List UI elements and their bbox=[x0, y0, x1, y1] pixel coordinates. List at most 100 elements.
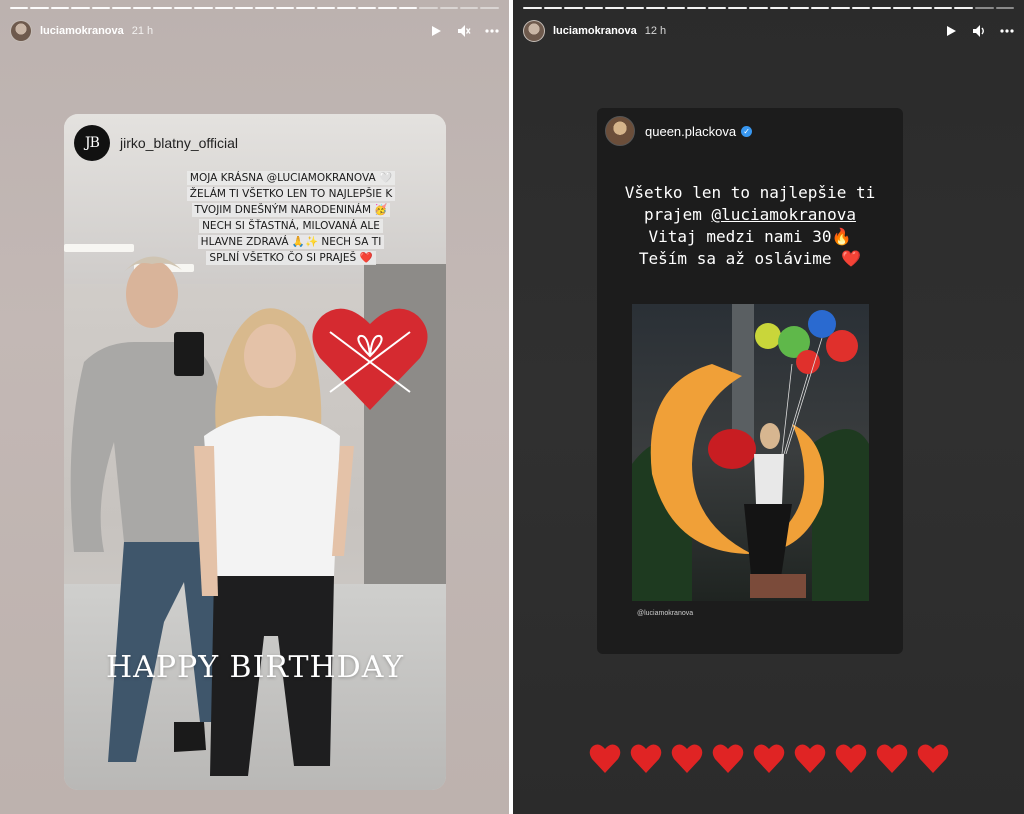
progress-segment bbox=[50, 7, 70, 9]
progress-segment bbox=[71, 7, 90, 9]
progress-segment bbox=[523, 7, 542, 9]
heart-emoji-icon bbox=[835, 744, 866, 773]
progress-segment bbox=[831, 7, 850, 9]
progress-segment bbox=[234, 7, 254, 9]
story-right: luciamokranova 12 h queen.plackova ✓ Vše… bbox=[513, 0, 1024, 814]
story-time: 12 h bbox=[644, 25, 667, 37]
message-line: prajem @luciamokranova bbox=[597, 204, 903, 226]
story-header: luciamokranova 12 h bbox=[523, 18, 1014, 44]
avatar[interactable] bbox=[605, 116, 635, 146]
wish-line: MOJA KRÁSNA @LUCIAMOKRANOVA 🤍 bbox=[186, 171, 396, 185]
progress-segment bbox=[584, 7, 604, 9]
progress-segment bbox=[337, 7, 356, 9]
progress-segment bbox=[459, 7, 479, 9]
wish-line: SPLNÍ VŠETKO ČO SI PRAJEŠ ❤️ bbox=[206, 251, 376, 265]
progress-segment bbox=[296, 7, 315, 9]
more-options-icon[interactable] bbox=[1000, 24, 1014, 38]
heart-emoji-icon bbox=[876, 744, 907, 773]
progress-segment bbox=[646, 7, 665, 9]
message-line: Teším sa až oslávime ❤️ bbox=[638, 249, 862, 268]
progress-segment bbox=[687, 7, 706, 9]
progress-segment bbox=[707, 7, 727, 9]
card-header: queen.plackova ✓ bbox=[605, 116, 753, 146]
progress-segment bbox=[975, 7, 994, 9]
progress-segment bbox=[954, 7, 974, 9]
muted-speaker-icon[interactable] bbox=[457, 24, 471, 38]
message-line: Vitaj medzi nami 30🔥 bbox=[648, 227, 852, 246]
progress-segment bbox=[30, 7, 49, 9]
progress-segment bbox=[480, 7, 499, 9]
progress-segment bbox=[10, 7, 29, 9]
birthday-message: Všetko len to najlepšie ti prajem @lucia… bbox=[597, 182, 903, 270]
heart-emoji-icon bbox=[712, 744, 743, 773]
wish-text: MOJA KRÁSNA @LUCIAMOKRANOVA 🤍 ŽELÁM TI V… bbox=[166, 170, 416, 266]
story-header: luciamokranova 21 h bbox=[10, 18, 499, 44]
heart-emoji-icon bbox=[794, 744, 825, 773]
card-username[interactable]: queen.plackova bbox=[645, 124, 736, 139]
progress-segment bbox=[728, 7, 748, 9]
progress-bar bbox=[10, 7, 499, 9]
heart-emoji-icon bbox=[671, 744, 702, 773]
progress-segment bbox=[564, 7, 583, 9]
progress-segment bbox=[316, 7, 336, 9]
progress-segment bbox=[112, 7, 131, 9]
progress-segment bbox=[933, 7, 953, 9]
heart-emoji-icon bbox=[589, 744, 620, 773]
progress-segment bbox=[625, 7, 645, 9]
progress-segment bbox=[769, 7, 789, 9]
story-time: 21 h bbox=[131, 25, 154, 37]
progress-segment bbox=[810, 7, 830, 9]
progress-segment bbox=[790, 7, 809, 9]
story-username[interactable]: luciamokranova bbox=[40, 25, 124, 37]
progress-segment bbox=[91, 7, 111, 9]
heart-emoji-icon bbox=[630, 744, 661, 773]
wish-line: TVOJIM DNEŠNÝM NARODENINÁM 🥳 bbox=[191, 203, 391, 217]
message-text: prajem bbox=[644, 205, 712, 224]
photo-illustration bbox=[632, 304, 869, 601]
progress-segment bbox=[275, 7, 295, 9]
progress-segment bbox=[439, 7, 458, 9]
mention-link[interactable]: @luciamokranova bbox=[711, 205, 856, 224]
avatar[interactable] bbox=[523, 20, 545, 42]
wish-line: NECH SI ŠŤASTNÁ, MILOVANÁ ALE bbox=[199, 219, 383, 233]
heart-emoji-icon bbox=[917, 744, 948, 773]
progress-segment bbox=[543, 7, 563, 9]
avatar[interactable] bbox=[10, 20, 32, 42]
wish-line: HLAVNE ZDRAVÁ 🙏✨ NECH SA TI bbox=[197, 235, 385, 249]
shared-post-card[interactable]: JB jirko_blatny_official MOJA KRÁSNA @LU… bbox=[64, 114, 446, 790]
message-line: Všetko len to najlepšie ti bbox=[624, 183, 876, 202]
progress-segment bbox=[995, 7, 1015, 9]
progress-segment bbox=[605, 7, 624, 9]
progress-segment bbox=[255, 7, 274, 9]
jb-logo[interactable]: JB bbox=[74, 125, 110, 161]
photo-credit: @luciamokranova bbox=[637, 610, 694, 617]
progress-segment bbox=[153, 7, 172, 9]
story-username[interactable]: luciamokranova bbox=[553, 25, 637, 37]
progress-segment bbox=[194, 7, 213, 9]
progress-segment bbox=[892, 7, 912, 9]
progress-segment bbox=[419, 7, 438, 9]
progress-segment bbox=[749, 7, 768, 9]
wish-line: ŽELÁM TI VŠETKO LEN TO NAJLEPŠIE K bbox=[186, 187, 396, 201]
progress-segment bbox=[398, 7, 418, 9]
more-options-icon[interactable] bbox=[485, 24, 499, 38]
progress-segment bbox=[132, 7, 152, 9]
progress-segment bbox=[378, 7, 397, 9]
play-icon[interactable] bbox=[944, 24, 958, 38]
progress-segment bbox=[666, 7, 686, 9]
progress-segment bbox=[357, 7, 377, 9]
story-left: luciamokranova 21 h JB jirko_blatny_offi… bbox=[0, 0, 509, 814]
progress-segment bbox=[872, 7, 891, 9]
speaker-icon[interactable] bbox=[972, 24, 986, 38]
play-icon[interactable] bbox=[429, 24, 443, 38]
verified-badge-icon: ✓ bbox=[741, 125, 753, 137]
happy-birthday-banner: HAPPY BIRTHDAY bbox=[106, 650, 404, 685]
card-username[interactable]: jirko_blatny_official bbox=[120, 135, 238, 151]
progress-segment bbox=[913, 7, 932, 9]
card-header: JB jirko_blatny_official bbox=[74, 124, 238, 162]
birthday-photo[interactable] bbox=[632, 304, 869, 601]
shared-post-card[interactable]: queen.plackova ✓ Všetko len to najlepšie… bbox=[597, 108, 903, 654]
progress-segment bbox=[851, 7, 871, 9]
hearts-row bbox=[513, 742, 1024, 776]
progress-segment bbox=[173, 7, 193, 9]
